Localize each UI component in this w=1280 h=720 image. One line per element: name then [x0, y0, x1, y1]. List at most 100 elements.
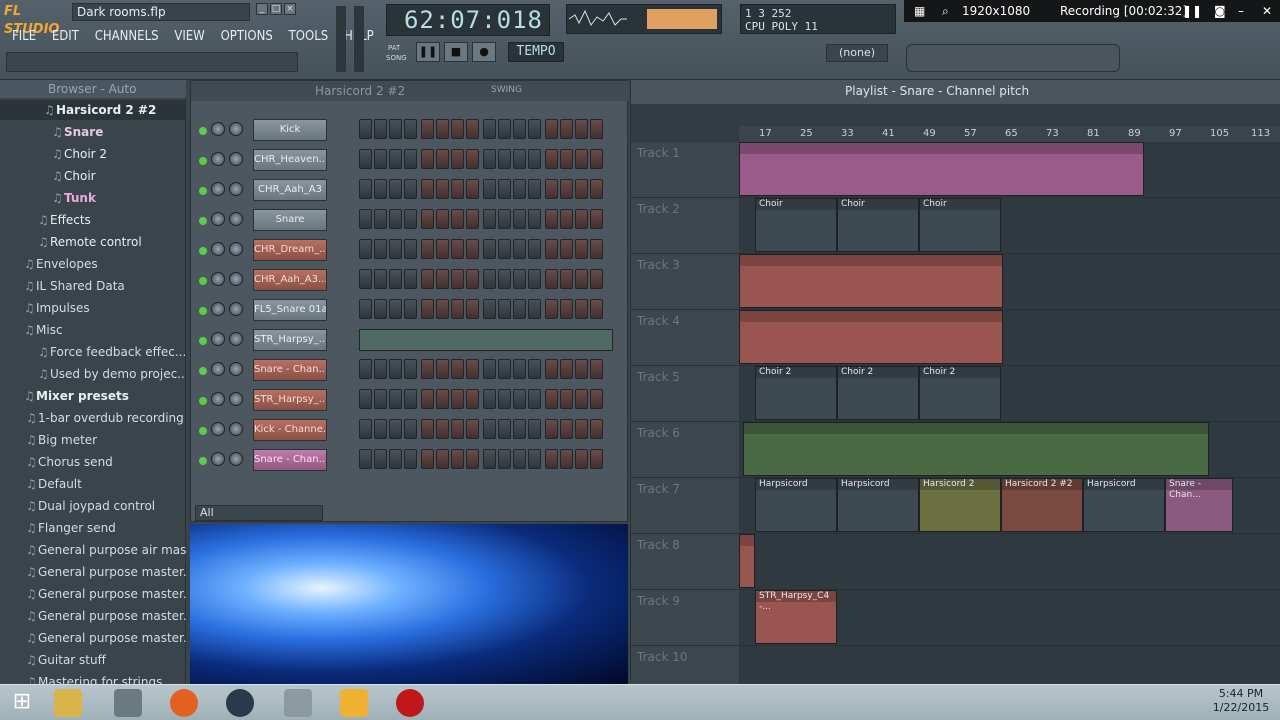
- timeline-ruler[interactable]: 17 25 33 41 49 57 65 73 81 89 97 105 113: [739, 126, 1280, 142]
- step-button[interactable]: [575, 179, 588, 199]
- step-button[interactable]: [421, 419, 434, 439]
- step-button[interactable]: [528, 209, 541, 229]
- windows-start-icon[interactable]: ⊞: [8, 689, 36, 717]
- step-button[interactable]: [528, 179, 541, 199]
- step-button[interactable]: [404, 179, 417, 199]
- browser-item[interactable]: ♫Impulses: [0, 298, 186, 318]
- step-button[interactable]: [498, 209, 511, 229]
- step-button[interactable]: [436, 389, 449, 409]
- pattern-clip[interactable]: Choir 2: [837, 366, 919, 420]
- step-button[interactable]: [513, 209, 526, 229]
- pan-knob[interactable]: [211, 182, 225, 196]
- step-button[interactable]: [404, 149, 417, 169]
- pattern-clip[interactable]: Harpsicord: [755, 478, 837, 532]
- step-button[interactable]: [359, 419, 372, 439]
- step-button[interactable]: [451, 299, 464, 319]
- channel-name-button[interactable]: CHR_Dream_...: [253, 239, 327, 261]
- step-button[interactable]: [451, 449, 464, 469]
- volume-knob[interactable]: [229, 152, 243, 166]
- step-button[interactable]: [389, 119, 402, 139]
- step-button[interactable]: [389, 149, 402, 169]
- browser-item[interactable]: ♫IL Shared Data: [0, 276, 186, 296]
- minimize-icon[interactable]: –: [1238, 0, 1244, 22]
- volume-knob[interactable]: [229, 362, 243, 376]
- pattern-clip[interactable]: Choir: [837, 198, 919, 252]
- step-button[interactable]: [436, 269, 449, 289]
- pan-knob[interactable]: [211, 122, 225, 136]
- step-button[interactable]: [483, 419, 496, 439]
- step-button[interactable]: [466, 119, 479, 139]
- step-button[interactable]: [374, 389, 387, 409]
- channel-mute-led[interactable]: [199, 427, 207, 435]
- volume-knob[interactable]: [229, 452, 243, 466]
- step-button[interactable]: [590, 239, 603, 259]
- tempo-display[interactable]: TEMPO: [508, 42, 564, 62]
- step-button[interactable]: [590, 179, 603, 199]
- browser-item[interactable]: ♫Choir 2: [0, 144, 186, 164]
- pause-icon[interactable]: ❚❚: [1182, 0, 1202, 22]
- step-button[interactable]: [404, 119, 417, 139]
- step-button[interactable]: [513, 449, 526, 469]
- volume-knob[interactable]: [229, 212, 243, 226]
- step-button[interactable]: [389, 449, 402, 469]
- step-button[interactable]: [451, 239, 464, 259]
- step-button[interactable]: [374, 299, 387, 319]
- step-button[interactable]: [451, 419, 464, 439]
- step-button[interactable]: [436, 359, 449, 379]
- minimize-icon[interactable]: _: [256, 3, 268, 15]
- track-header[interactable]: Track 3: [631, 254, 739, 310]
- pan-knob[interactable]: [211, 422, 225, 436]
- track-header[interactable]: Track 7: [631, 478, 739, 534]
- track-header[interactable]: Track 4: [631, 310, 739, 366]
- step-button[interactable]: [374, 119, 387, 139]
- channel-mute-led[interactable]: [199, 127, 207, 135]
- browser-item[interactable]: ♫Snare: [0, 122, 186, 142]
- step-button[interactable]: [374, 419, 387, 439]
- pan-knob[interactable]: [211, 392, 225, 406]
- step-button[interactable]: [590, 389, 603, 409]
- step-button[interactable]: [389, 239, 402, 259]
- step-button[interactable]: [545, 419, 558, 439]
- menu-channels[interactable]: CHANNELS: [89, 27, 165, 47]
- step-button[interactable]: [513, 359, 526, 379]
- browser-item[interactable]: ♫Big meter: [0, 430, 186, 450]
- step-button[interactable]: [374, 269, 387, 289]
- step-button[interactable]: [528, 359, 541, 379]
- step-button[interactable]: [466, 419, 479, 439]
- browser-item[interactable]: ♫General purpose air mas...: [0, 540, 186, 560]
- pattern-clip[interactable]: Harpsicord: [1083, 478, 1165, 532]
- step-button[interactable]: [359, 209, 372, 229]
- step-button[interactable]: [498, 119, 511, 139]
- step-button[interactable]: [421, 149, 434, 169]
- browser-item[interactable]: ♫Flanger send: [0, 518, 186, 538]
- pan-knob[interactable]: [211, 212, 225, 226]
- step-button[interactable]: [513, 419, 526, 439]
- close-icon[interactable]: ✕: [1262, 0, 1272, 22]
- step-button[interactable]: [404, 389, 417, 409]
- menu-view[interactable]: VIEW: [168, 27, 210, 47]
- pattern-clip[interactable]: Choir: [755, 198, 837, 252]
- step-button[interactable]: [466, 179, 479, 199]
- step-button[interactable]: [466, 449, 479, 469]
- step-button[interactable]: [545, 149, 558, 169]
- step-button[interactable]: [528, 269, 541, 289]
- step-button[interactable]: [575, 449, 588, 469]
- step-button[interactable]: [560, 389, 573, 409]
- menu-edit[interactable]: EDIT: [46, 27, 85, 47]
- step-button[interactable]: [483, 389, 496, 409]
- step-button[interactable]: [575, 149, 588, 169]
- browser-item[interactable]: ♫Harsicord 2 #2: [0, 100, 186, 120]
- channel-name-button[interactable]: CHR_Aah_A3...: [253, 269, 327, 291]
- step-button[interactable]: [404, 299, 417, 319]
- step-button[interactable]: [421, 209, 434, 229]
- step-button[interactable]: [545, 449, 558, 469]
- step-button[interactable]: [560, 179, 573, 199]
- pattern-clip[interactable]: [739, 254, 1003, 308]
- pan-knob[interactable]: [211, 242, 225, 256]
- pan-knob[interactable]: [211, 272, 225, 286]
- channel-name-button[interactable]: FL5_Snare 01a: [253, 299, 327, 321]
- file-explorer-icon[interactable]: [54, 689, 82, 717]
- pattern-clip[interactable]: Harpsicord: [837, 478, 919, 532]
- step-button[interactable]: [498, 359, 511, 379]
- step-button[interactable]: [498, 149, 511, 169]
